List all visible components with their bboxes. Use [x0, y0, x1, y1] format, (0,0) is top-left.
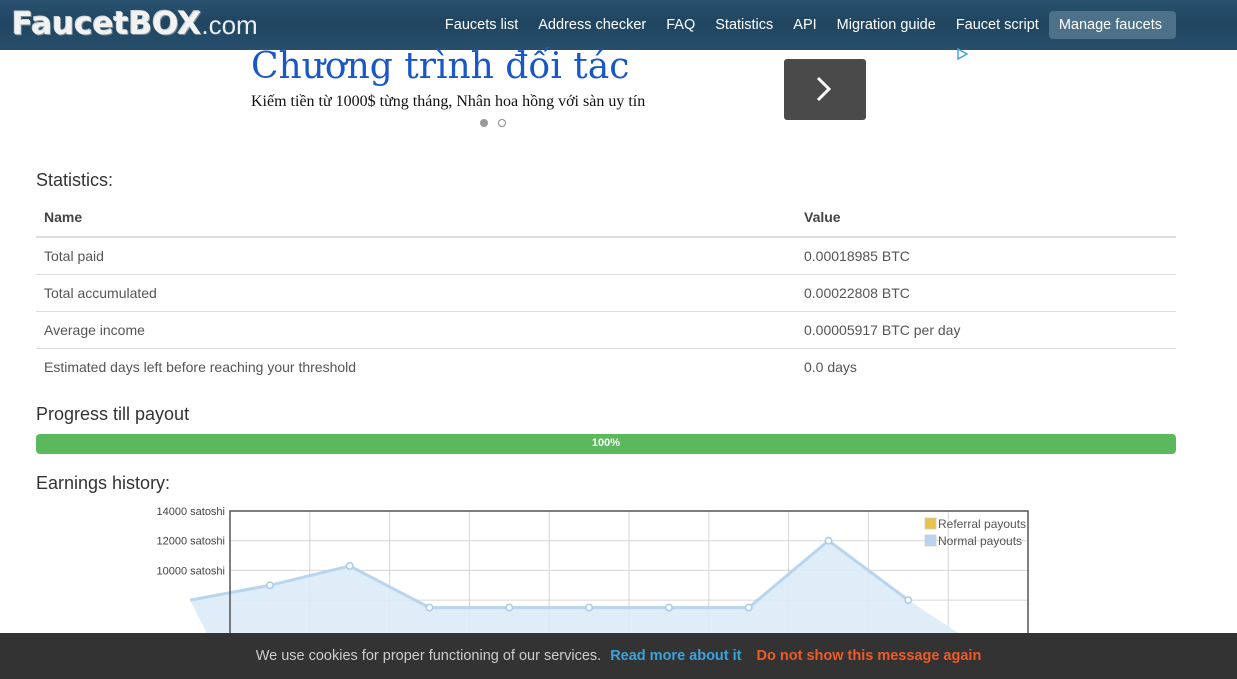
legend-label: Referral payouts — [938, 517, 1026, 531]
data-point — [505, 603, 514, 612]
table-header-row: Name Value — [36, 198, 1176, 238]
stat-value: 0.00022808 BTC — [796, 274, 1176, 312]
table-row: Average income 0.00005917 BTC per day — [36, 311, 1176, 349]
data-point — [744, 603, 753, 612]
data-point — [345, 562, 354, 570]
nav-faucets-list[interactable]: Faucets list — [435, 11, 528, 39]
table-row: Total accumulated 0.00022808 BTC — [36, 274, 1176, 312]
ad-title: Chương trình đối tác — [251, 46, 630, 87]
legend-label: Normal payouts — [938, 534, 1022, 548]
ad-carousel-dots — [480, 119, 506, 127]
cookie-read-more-link[interactable]: Read more about it — [610, 648, 741, 664]
stat-name: Total accumulated — [36, 274, 796, 312]
ad-next-button[interactable] — [784, 59, 866, 120]
legend-swatch — [924, 534, 937, 547]
data-point — [904, 596, 913, 605]
table-row: Total paid 0.00018985 BTC — [36, 236, 1176, 275]
adchoices-icon[interactable] — [956, 48, 968, 60]
chevron-right-icon — [816, 76, 832, 102]
column-header-value: Value — [796, 198, 1176, 238]
data-point — [425, 603, 434, 612]
carousel-dot-active[interactable] — [480, 119, 488, 127]
main-nav: Faucets list Address checker FAQ Statist… — [435, 10, 1176, 40]
nav-faq[interactable]: FAQ — [656, 11, 705, 39]
y-tick-label: 12000 satoshi — [157, 536, 226, 548]
stat-name: Estimated days left before reaching your… — [36, 348, 796, 385]
nav-faucet-script[interactable]: Faucet script — [946, 11, 1049, 39]
data-point — [265, 581, 274, 590]
progress-fill: 100% — [36, 434, 1176, 454]
payout-progress-bar: 100% — [36, 434, 1176, 454]
nav-api[interactable]: API — [783, 11, 826, 39]
stat-value: 0.00005917 BTC per day — [796, 311, 1176, 349]
ad-banner[interactable]: Chương trình đối tác Kiếm tiền từ 1000$ … — [250, 46, 970, 140]
cookie-text: We use cookies for proper functioning of… — [255, 648, 602, 664]
earnings-heading: Earnings history: — [36, 473, 171, 493]
nav-migration-guide[interactable]: Migration guide — [827, 11, 946, 39]
y-tick-label: 10000 satoshi — [157, 565, 226, 577]
data-point — [664, 603, 673, 612]
table-row: Estimated days left before reaching your… — [36, 348, 1176, 385]
statistics-heading: Statistics: — [36, 170, 114, 190]
column-header-name: Name — [36, 198, 796, 238]
statistics-table: Name Value Total paid 0.00018985 BTC Tot… — [36, 198, 1176, 385]
legend-swatch — [924, 517, 937, 530]
stat-value: 0.0 days — [796, 348, 1176, 385]
nav-manage-faucets[interactable]: Manage faucets — [1048, 11, 1176, 39]
progress-heading: Progress till payout — [36, 404, 190, 424]
data-point — [824, 536, 833, 545]
carousel-dot[interactable] — [498, 119, 506, 127]
data-point — [585, 603, 594, 612]
nav-address-checker[interactable]: Address checker — [528, 11, 656, 39]
ad-subtitle: Kiếm tiền từ 1000$ từng tháng, Nhân hoa … — [251, 93, 646, 110]
stat-name: Average income — [36, 311, 796, 349]
cookie-bar: We use cookies for proper functioning of… — [0, 633, 1237, 679]
cookie-dismiss-link[interactable]: Do not show this message again — [757, 648, 982, 664]
top-navbar: FaucetBOX.com Faucets list Address check… — [0, 0, 1237, 50]
stat-value: 0.00018985 BTC — [796, 236, 1176, 275]
nav-statistics[interactable]: Statistics — [705, 11, 783, 39]
brand-logo[interactable]: FaucetBOX.com — [12, 6, 258, 42]
brand-name: FaucetBOX — [12, 6, 202, 42]
stat-name: Total paid — [36, 236, 796, 275]
y-tick-label: 14000 satoshi — [157, 506, 226, 518]
brand-suffix: .com — [201, 10, 258, 40]
